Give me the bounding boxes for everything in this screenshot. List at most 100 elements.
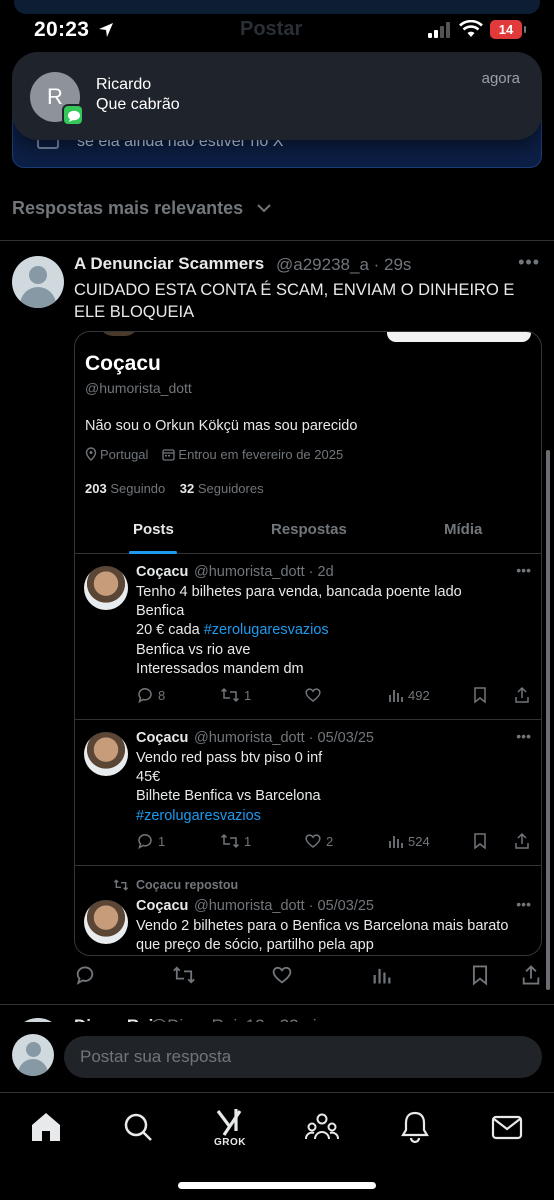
- status-bar: 20:23 14: [0, 0, 554, 58]
- more-options-icon: •••: [516, 562, 531, 578]
- home-indicator[interactable]: [178, 1182, 376, 1189]
- repost-icon: [113, 879, 129, 891]
- location-pin-icon: [85, 447, 97, 461]
- reply-count: 1: [136, 832, 165, 850]
- messages-icon: [491, 1115, 523, 1140]
- following-count: 203: [85, 481, 107, 496]
- bookmark-icon: [472, 965, 488, 986]
- post-author: Coçacu: [136, 564, 189, 580]
- bookmark-icon: [472, 832, 488, 850]
- more-options-icon: •••: [516, 728, 531, 744]
- notification-sender: Ricardo: [96, 76, 152, 93]
- nav-grok[interactable]: GROK: [210, 1107, 250, 1148]
- reply-icon: [138, 688, 152, 704]
- post-author: Coçacu: [136, 898, 189, 914]
- tweet-handle[interactable]: @a29238_a · 29s: [276, 255, 411, 275]
- notification-time: agora: [481, 70, 520, 87]
- like-count: 2: [304, 832, 333, 850]
- profile-tabs: Posts Respostas Mídia: [75, 508, 541, 554]
- divider: [0, 1004, 554, 1005]
- bookmark-button[interactable]: [470, 964, 490, 991]
- views-icon: [373, 968, 391, 984]
- post-actions: 1 1 2 524: [136, 832, 536, 852]
- reply-icon: [76, 966, 94, 985]
- tweet-actions: [74, 964, 544, 990]
- post-handle: @humorista_dott · 05/03/25: [194, 730, 374, 746]
- tab-media: Mídia: [444, 521, 483, 538]
- tweet-author[interactable]: A Denunciar Scammers: [74, 254, 264, 274]
- chevron-down-icon[interactable]: [256, 200, 272, 216]
- more-options-icon[interactable]: •••: [518, 252, 540, 273]
- list-item: Coçacu @humorista_dott · 05/03/25 ••• Ve…: [75, 728, 541, 858]
- profile-handle: @humorista_dott: [85, 380, 192, 396]
- location-arrow-icon: [99, 23, 113, 37]
- views-icon: [389, 836, 403, 848]
- heart-icon: [305, 834, 321, 848]
- list-item: Coçacu @humorista_dott · 2d ••• Tenho 4 …: [75, 562, 541, 720]
- heart-icon: [305, 688, 321, 702]
- messages-icon: [62, 104, 84, 126]
- profile-bio: Não sou o Orkun Kökçü mas sou parecido: [85, 418, 358, 434]
- battery-indicator: 14: [490, 20, 526, 39]
- more-options-icon: •••: [516, 896, 531, 912]
- search-icon: [124, 1113, 152, 1141]
- nav-communities[interactable]: [302, 1107, 342, 1147]
- nav-notifications[interactable]: [395, 1107, 435, 1147]
- notification-message: Que cabrão: [96, 96, 180, 113]
- sort-replies-dropdown[interactable]: Respostas mais relevantes: [12, 198, 243, 219]
- avatar: [12, 1034, 54, 1076]
- views-count: 524: [388, 832, 430, 850]
- profile-name: Coçacu: [85, 352, 161, 375]
- reply-icon: [138, 834, 152, 850]
- nav-home[interactable]: [26, 1107, 66, 1147]
- like-count: [304, 686, 326, 704]
- message-notification[interactable]: R Ricardo Que cabrão agora: [12, 52, 542, 140]
- repost-count: 1: [220, 832, 251, 850]
- divider: [75, 865, 541, 866]
- reply-composer: [0, 1022, 554, 1088]
- tweet-image[interactable]: Coçacu @humorista_dott Não sou o Orkun K…: [74, 331, 542, 956]
- reply-input[interactable]: [64, 1036, 542, 1078]
- profile-location: Portugal: [100, 447, 149, 462]
- wifi-icon: [459, 20, 483, 37]
- post-text: Tenho 4 bilhetes para venda, bancada poe…: [136, 584, 462, 677]
- profile-joined: Entrou em fevereiro de 2025: [178, 447, 344, 462]
- nav-messages[interactable]: [487, 1107, 527, 1147]
- avatar[interactable]: [12, 256, 64, 308]
- divider: [75, 719, 541, 720]
- share-button[interactable]: [520, 964, 542, 991]
- divider: [0, 240, 554, 241]
- views-button[interactable]: [372, 964, 392, 991]
- profile-meta: Portugal Entrou em fevereiro de 2025: [85, 447, 343, 462]
- follow-button-edge: [387, 332, 531, 342]
- communities-icon: [305, 1113, 339, 1140]
- reply-button[interactable]: [74, 964, 96, 991]
- post-author: Coçacu: [136, 730, 189, 746]
- views-icon: [389, 690, 403, 702]
- scrollbar[interactable]: [546, 450, 550, 990]
- views-count: 492: [388, 686, 430, 704]
- nav-search[interactable]: [118, 1107, 158, 1147]
- like-button[interactable]: [271, 964, 293, 991]
- reply-count: 8: [136, 686, 165, 704]
- hashtag: #zerolugaresvazios: [203, 622, 329, 639]
- share-icon: [522, 965, 540, 985]
- tweet-text: CUIDADO ESTA CONTA É SCAM, ENVIAM O DINH…: [74, 281, 515, 321]
- followers-count: 32: [179, 481, 195, 496]
- following-label: Seguindo: [110, 481, 166, 496]
- grok-label: GROK: [214, 1137, 246, 1148]
- repost-icon: [220, 687, 240, 703]
- profile-avatar-edge: [99, 332, 139, 336]
- active-tab-indicator: [129, 551, 177, 554]
- avatar: [84, 732, 128, 776]
- post-text: Vendo 2 bilhetes para o Benfica vs Barce…: [136, 918, 509, 954]
- repost-label: Coçacu repostou: [136, 878, 239, 892]
- repost-button[interactable]: [172, 964, 196, 991]
- repost-count: 1: [220, 686, 251, 704]
- post-actions: 8 1 492: [136, 686, 536, 706]
- notifications-icon: [401, 1111, 429, 1144]
- tab-posts: Posts: [133, 521, 174, 538]
- tab-replies: Respostas: [271, 521, 347, 538]
- profile-follow-counts: 203 Seguindo 32 Seguidores: [85, 481, 264, 496]
- avatar: [84, 900, 128, 944]
